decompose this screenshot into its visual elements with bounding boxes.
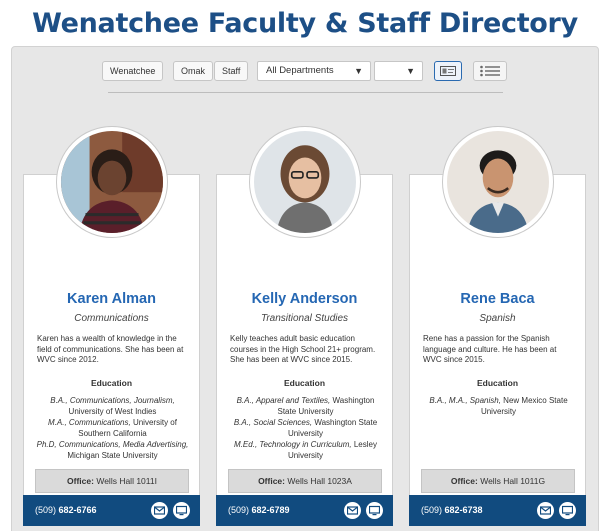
degree: B.A., M.A., Spanish, — [429, 396, 501, 405]
office-label: Office: — [67, 476, 94, 486]
degree: Ph.D, Communications, Media Advertising, — [36, 440, 189, 449]
office-location: Wells Hall 1011I — [96, 476, 157, 486]
education-list: B.A., M.A., Spanish, New Mexico State Un… — [422, 396, 575, 418]
campus-button-staff[interactable]: Staff — [214, 61, 249, 81]
person-photo-icon — [447, 131, 549, 233]
person-photo-icon — [61, 131, 163, 233]
school: University of West Indies — [68, 406, 157, 416]
secondary-select[interactable]: ▼ — [374, 61, 423, 81]
phone-area-code: (509) — [228, 505, 250, 515]
webpage-icon[interactable] — [366, 502, 383, 519]
phone-area-code: (509) — [421, 505, 443, 515]
list-view-button[interactable] — [473, 61, 507, 81]
education-item: Ph.D, Communications, Media Advertising,… — [36, 440, 189, 461]
phone-number[interactable]: (509) 682-6738 — [421, 495, 483, 526]
education-heading: Education — [283, 378, 326, 388]
person-bio: Kelly teaches adult basic education cour… — [230, 334, 376, 364]
person-bio: Karen has a wealth of knowledge in the f… — [37, 334, 184, 364]
degree: M.Ed., Technology in Curriculum, — [234, 440, 352, 449]
profile-photo[interactable] — [249, 126, 361, 238]
department-select-value: All Departments — [266, 65, 334, 76]
degree: B.A., Communications, Journalism, — [50, 396, 175, 405]
office-box: Office: Wells Hall 1023A — [228, 469, 382, 493]
person-name[interactable]: Rene Baca — [410, 291, 585, 307]
education-item: M.Ed., Technology in Curriculum, Lesley … — [229, 440, 382, 461]
education-item: B.A., Apparel and Textiles, Washington S… — [229, 396, 382, 417]
profile-photo[interactable] — [442, 126, 554, 238]
card-view-button[interactable] — [434, 61, 462, 81]
degree: M.A., Communications, — [48, 418, 131, 427]
campus-button-omak[interactable]: Omak — [173, 61, 214, 81]
office-box: Office: Wells Hall 1011G — [421, 469, 575, 493]
email-icon[interactable] — [344, 502, 361, 519]
office-location: Wells Hall 1023A — [287, 476, 352, 486]
email-icon[interactable] — [151, 502, 168, 519]
office-label: Office: — [258, 476, 285, 486]
person-photo-icon — [254, 131, 356, 233]
office-location: Wells Hall 1011G — [480, 476, 546, 486]
phone-digits: 682-6738 — [444, 505, 483, 515]
card-footer: (509) 682-6766 — [23, 495, 200, 526]
toolbar-divider — [108, 92, 503, 93]
education-heading: Education — [476, 378, 519, 388]
education-item: B.A., Communications, Journalism, Univer… — [36, 396, 189, 417]
office-box: Office: Wells Hall 1011I — [35, 469, 189, 493]
phone-area-code: (509) — [35, 505, 57, 515]
filter-toolbar: Wenatchee Omak Staff All Departments ▼ ▼ — [12, 61, 598, 83]
phone-number[interactable]: (509) 682-6766 — [35, 495, 97, 526]
person-name[interactable]: Kelly Anderson — [217, 291, 392, 307]
list-icon — [480, 65, 500, 77]
phone-digits: 682-6789 — [251, 505, 290, 515]
education-item: B.A., Social Sciences, Washington State … — [229, 418, 382, 439]
dropdown-arrow-icon: ▼ — [354, 66, 363, 76]
education-heading: Education — [90, 378, 133, 388]
school: Michigan State University — [67, 450, 158, 460]
person-department: Spanish — [479, 313, 516, 324]
card-footer: (509) 682-6738 — [409, 495, 586, 526]
card-footer: (509) 682-6789 — [216, 495, 393, 526]
education-list: B.A., Communications, Journalism, Univer… — [36, 396, 189, 462]
person-name[interactable]: Karen Alman — [24, 291, 199, 307]
phone-number[interactable]: (509) 682-6789 — [228, 495, 290, 526]
webpage-icon[interactable] — [173, 502, 190, 519]
person-department: Communications — [74, 313, 149, 324]
education-list: B.A., Apparel and Textiles, Washington S… — [229, 396, 382, 462]
campus-button-wenatchee[interactable]: Wenatchee — [102, 61, 164, 81]
person-bio: Rene has a passion for the Spanish langu… — [423, 334, 557, 364]
dropdown-arrow-icon: ▼ — [406, 66, 415, 76]
profile-photo[interactable] — [56, 126, 168, 238]
person-department: Transitional Studies — [260, 313, 349, 324]
office-label: Office: — [450, 476, 478, 486]
phone-digits: 682-6766 — [58, 505, 97, 515]
department-select[interactable]: All Departments ▼ — [257, 61, 371, 81]
education-item: M.A., Communications, University of Sout… — [36, 418, 189, 439]
degree: B.A., Social Sciences, — [233, 418, 313, 427]
email-icon[interactable] — [537, 502, 554, 519]
page-title: Wenatchee Faculty & Staff Directory — [32, 8, 578, 39]
webpage-icon[interactable] — [559, 502, 576, 519]
id-card-icon — [440, 66, 456, 76]
directory-panel: Wenatchee Omak Staff All Departments ▼ ▼ — [11, 46, 599, 531]
education-item: B.A., M.A., Spanish, New Mexico State Un… — [422, 396, 575, 417]
degree: B.A., Apparel and Textiles, — [236, 396, 331, 405]
